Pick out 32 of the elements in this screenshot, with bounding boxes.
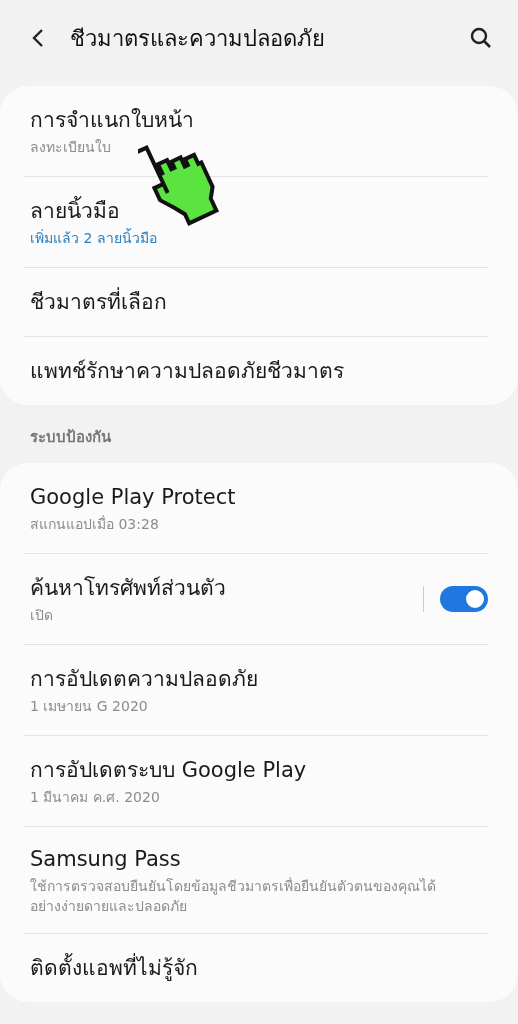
- item-subtitle: เพิ่มแล้ว 2 ลายนิ้วมือ: [30, 228, 158, 248]
- settings-item[interactable]: Google Play Protect สแกนแอปเมื่อ 03:28: [24, 463, 488, 554]
- settings-item[interactable]: การจำแนกใบหน้า ลงทะเบียนใบ: [24, 86, 488, 177]
- item-title: Samsung Pass: [30, 846, 182, 873]
- item-title: ชีวมาตรที่เลือก: [30, 287, 488, 317]
- item-title: แพทช์รักษาความปลอดภัยชีวมาตร: [30, 358, 345, 385]
- page-title: ชีวมาตรและความปลอดภัย: [70, 24, 326, 53]
- item-title: ติดตั้งแอพที่ไม่รู้จัก: [30, 953, 488, 983]
- item-subtitle: 1 เมษายน G 2020: [30, 697, 149, 716]
- settings-item[interactable]: ชีวมาตรที่เลือก: [24, 268, 488, 337]
- item-title: ลายนิ้วมือ: [30, 196, 488, 226]
- item-title: การอัปเดตระบบ Google Play: [30, 757, 308, 784]
- section-header: ระบบป้องกัน: [29, 427, 112, 448]
- settings-item[interactable]: ติดตั้งแอพที่ไม่รู้จัก: [24, 934, 488, 1002]
- item-title: ค้นหาโทรศัพท์ส่วนตัว: [30, 575, 227, 602]
- settings-item[interactable]: ลายนิ้วมือ เพิ่มแล้ว 2 ลายนิ้วมือ: [24, 177, 488, 268]
- settings-item[interactable]: การอัปเดตระบบ Google Play 1 มีนาคม ค.ศ. 2020: [24, 736, 488, 827]
- settings-item[interactable]: การอัปเดตความปลอดภัย 1 เมษายน G 2020: [24, 645, 488, 736]
- settings-item[interactable]: แพทช์รักษาความปลอดภัยชีวมาตร: [24, 337, 488, 405]
- item-subtitle: ใช้การตรวจสอบยืนยันโดยข้อมูลชีวมาตรเพื่อยืนยันตัวตนของคุณได้อย่างง่ายดายและปลอดภัย: [30, 876, 437, 916]
- item-title: Google Play Protect: [30, 484, 237, 511]
- back-icon: [30, 27, 46, 49]
- toggle-switch[interactable]: [440, 586, 488, 612]
- item-title: การจำแนกใบหน้า: [30, 107, 195, 134]
- item-subtitle: เปิด: [30, 606, 54, 625]
- settings-item[interactable]: ค้นหาโทรศัพท์ส่วนตัว เปิด: [24, 554, 488, 645]
- search-icon: [470, 27, 492, 49]
- item-subtitle: ลงทะเบียนใบ: [30, 138, 112, 157]
- item-subtitle: สแกนแอปเมื่อ 03:28: [30, 514, 160, 534]
- settings-item[interactable]: Samsung Pass ใช้การตรวจสอบยืนยันโดยข้อมูลชีวมาตรเพื่อยืนยันตัวตนของคุณได้อย่างง่ายดายและปลอดภัย: [24, 827, 488, 934]
- item-subtitle: 1 มีนาคม ค.ศ. 2020: [30, 788, 161, 807]
- item-title: การอัปเดตความปลอดภัย: [30, 666, 259, 693]
